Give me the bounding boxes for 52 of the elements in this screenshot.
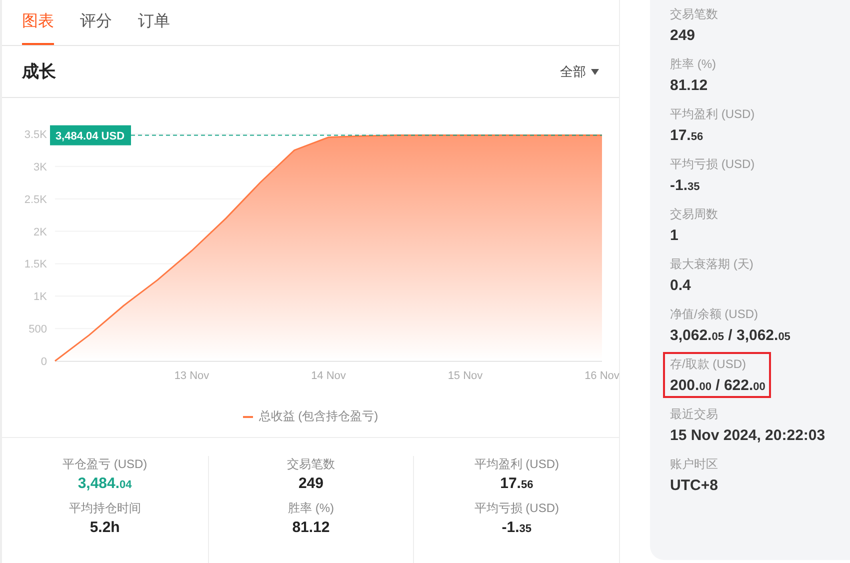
stat-value: -1.35 [502, 519, 532, 536]
stat-value: 249 [670, 27, 696, 44]
stat-label: 最大衰落期 (天) [670, 256, 754, 273]
stat-value: 0.4 [670, 277, 692, 294]
stat-value: 81.12 [292, 519, 330, 536]
section-title: 成长 [22, 61, 56, 83]
stat-label: 交易周数 [670, 206, 718, 223]
stat-label: 平均盈利 (USD) [670, 106, 755, 123]
x-axis-label: 14 Nov [311, 370, 346, 382]
y-axis-label: 2.5K [24, 194, 47, 206]
stat-label: 平均盈利 (USD) [474, 456, 559, 473]
stat-label: 平仓盈亏 (USD) [62, 456, 148, 473]
annotation: 3,484.04 USD [55, 130, 125, 142]
y-axis-label: 500 [28, 324, 47, 336]
range-dropdown[interactable]: 全部 [560, 62, 599, 80]
y-axis-label: 2K [34, 226, 47, 238]
x-axis-label: 13 Nov [174, 370, 210, 382]
y-axis-label: 1K [34, 291, 47, 304]
stat-label: 平均亏损 (USD) [474, 500, 559, 517]
stat-value: 249 [298, 475, 324, 492]
stat-value: -1.35 [670, 177, 701, 194]
stat-label: 最近交易 [670, 406, 719, 423]
tab[interactable]: 评分 [80, 0, 112, 45]
x-axis-label: 16 Nov [584, 370, 620, 382]
stat-label: 胜率 (%) [288, 500, 334, 517]
stat-value: 17.56 [500, 475, 534, 492]
stat-value: 3,484.04 [78, 475, 132, 492]
stat-label: 胜率 (%) [670, 56, 716, 73]
stat-value: 17.56 [670, 127, 704, 144]
stat-value: 15 Nov 2024, 20:22:03 [670, 427, 826, 444]
legend-label: 总收益 (包含持仓盈亏) [258, 408, 378, 425]
stat-value: UTC+8 [670, 477, 718, 494]
stat-label: 存/取款 (USD) [670, 356, 747, 373]
x-axis-label: 15 Nov [448, 370, 483, 382]
stat-label: 交易笔数 [670, 6, 718, 23]
caret-icon [591, 68, 599, 74]
tab[interactable]: 订单 [138, 0, 170, 45]
stat-value: 5.2h [90, 519, 120, 536]
stat-label: 账户时区 [670, 456, 718, 473]
stat-label: 平均亏损 (USD) [670, 156, 755, 173]
y-axis-label: 3K [34, 161, 47, 174]
y-axis-label: 1.5K [24, 258, 47, 271]
stat-label: 净值/余额 (USD) [670, 306, 759, 323]
stat-value: 1 [670, 227, 680, 244]
y-axis-label: 3.5K [24, 129, 47, 141]
y-axis-label: 0 [40, 356, 47, 368]
stat-value: 81.12 [670, 77, 709, 94]
stat-label: 平均持仓时间 [68, 500, 141, 517]
stat-value: 3,062.05 / 3,062.05 [670, 327, 790, 344]
stat-value: 200.00 / 622.00 [670, 377, 766, 394]
stat-label: 交易笔数 [286, 456, 335, 473]
value-tag: 3,484.04 USD [50, 125, 131, 146]
